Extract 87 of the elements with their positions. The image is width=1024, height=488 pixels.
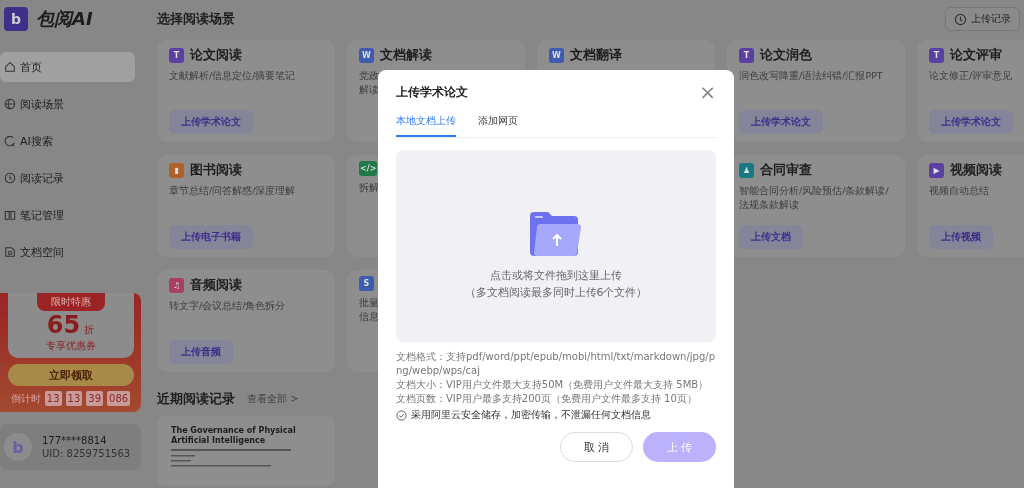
card-description: 解读 [359,83,379,97]
claim-button[interactable]: 立即领取 [7,364,134,386]
user-uid: UID: 8259751563 [42,448,131,459]
card-title: 论文评审 [950,46,1002,64]
upload-button[interactable]: 上传学术论文 [929,110,1013,134]
file-drop-zone[interactable]: 点击或将文件拖到这里上传 （多文档阅读最多同时上传6个文件） [396,150,716,342]
scene-icon: S [359,276,374,291]
folder-icon [4,246,16,258]
nav-item[interactable]: AI搜索 [0,126,135,156]
scene-icon: ▮ [169,162,184,178]
discount-unit: 折 [84,323,95,337]
clock-icon [954,12,967,26]
scene-icon: </> [359,161,378,176]
card-description: 章节总结/问答解惑/深度理解 [169,184,296,198]
document-thumbnail[interactable]: The Governance of Physical Artificial Intelligence [157,416,335,486]
countdown-digit: 39 [86,391,104,406]
card-title: 文档解读 [380,46,432,64]
upload-rule: 文档大小：VIP用户文件最大支持50M（免费用户文件最大支持 5MB） [396,378,710,392]
countdown-label: 倒计时 [10,391,41,406]
upload-button[interactable]: 上传学术论文 [169,110,253,134]
dialog-title: 上传学术论文 [396,83,468,101]
upload-record-button[interactable]: 上传记录 [945,7,1020,31]
upload-button[interactable]: 上传学术论文 [739,110,823,134]
nav-item[interactable]: 首页 [0,52,135,82]
upload-button[interactable]: 上传视频 [929,225,993,249]
drop-hint: （多文档阅读最多同时上传6个文件） [464,285,648,300]
view-all-link[interactable]: 查看全部 > [247,392,299,406]
nav-item[interactable]: 笔记管理 [0,200,135,230]
user-phone: 177****8814 [42,435,108,446]
cancel-button[interactable]: 取 消 [560,432,633,462]
home-icon [4,61,16,73]
card-description: 转文字/会议总结/角色拆分 [169,299,286,313]
card-description: 拆解 [359,181,379,195]
upload-button[interactable]: 上传音频 [169,340,233,364]
card-description: 文献解析/信息定位/摘要笔记 [169,69,296,83]
card-description: 党政 [359,69,379,83]
section-title: 选择阅读场景 [157,10,235,28]
card-title: 合同审查 [760,161,812,179]
promo-banner: 限时特惠 [36,293,105,311]
countdown-digit: 086 [107,391,131,406]
check-circle-icon [396,409,407,421]
countdown-digit: 13 [44,391,62,406]
card-description: 法规条款解读 [739,198,799,212]
upload-rule: 文档页数：VIP用户最多支持200页（免费用户文件最多支持 10页） [396,392,698,406]
search-icon [4,135,16,147]
nav-item[interactable]: 阅读场景 [0,89,135,119]
scene-icon: T [739,47,754,63]
countdown-digit: 13 [65,391,83,406]
card-description: 论文修正/评审意见 [929,69,1013,83]
card-description: 智能合同分析/风险预估/条款解读/ [739,184,889,198]
card-description: 信息 [359,310,379,324]
close-button[interactable]: × [699,82,716,102]
book-icon [4,209,16,221]
scene-icon: W [359,47,374,63]
scene-icon: T [929,47,944,63]
card-description: 润色改写降重/语法纠错/汇报PPT [739,69,883,83]
card-title: 图书阅读 [190,161,242,179]
card-description: 批量 [359,296,379,310]
security-note: 采用阿里云安全储存，加密传输，不泄漏任何文档信息 [411,408,651,422]
scene-icon: W [549,47,564,63]
card-title: 论文润色 [760,46,812,64]
scene-icon: T [169,47,184,63]
card-title: 文档翻译 [570,46,622,64]
clock-icon [4,172,16,184]
card-description: 视频自动总结 [929,184,989,198]
document-title: The Governance of Physical Artificial Intelligence [171,426,297,446]
discount-value: 65 [46,311,81,339]
tab[interactable]: 添加网页 [478,114,518,137]
scene-icon: ♫ [169,277,184,293]
globe-icon [4,98,16,110]
card-title: 音频阅读 [190,276,242,294]
coupon-caption: 专享优惠券 [45,339,96,353]
scene-icon: ▶ [929,162,944,178]
upload-button[interactable]: 上传电子书籍 [169,225,253,249]
card-title: 论文阅读 [190,46,242,64]
upload-button[interactable]: 上传文档 [739,225,803,249]
nav-item[interactable]: 文档空间 [0,237,135,267]
section-title: 近期阅读记录 [157,390,235,408]
scene-icon: ♟ [739,162,754,178]
folder-upload-icon [530,210,582,256]
brand-name: 包阅AI [36,7,93,31]
drop-instruction: 点击或将文件拖到这里上传 [490,268,622,283]
upload-rule: 文档格式：支持pdf/word/ppt/epub/mobi/html/txt/markdown/jpg/png/webp/wps/caj [396,350,716,378]
card-title: 视频阅读 [950,161,1002,179]
logo-icon: b [4,7,28,31]
tab[interactable]: 本地文档上传 [396,114,456,137]
nav-item[interactable]: 阅读记录 [0,163,135,193]
